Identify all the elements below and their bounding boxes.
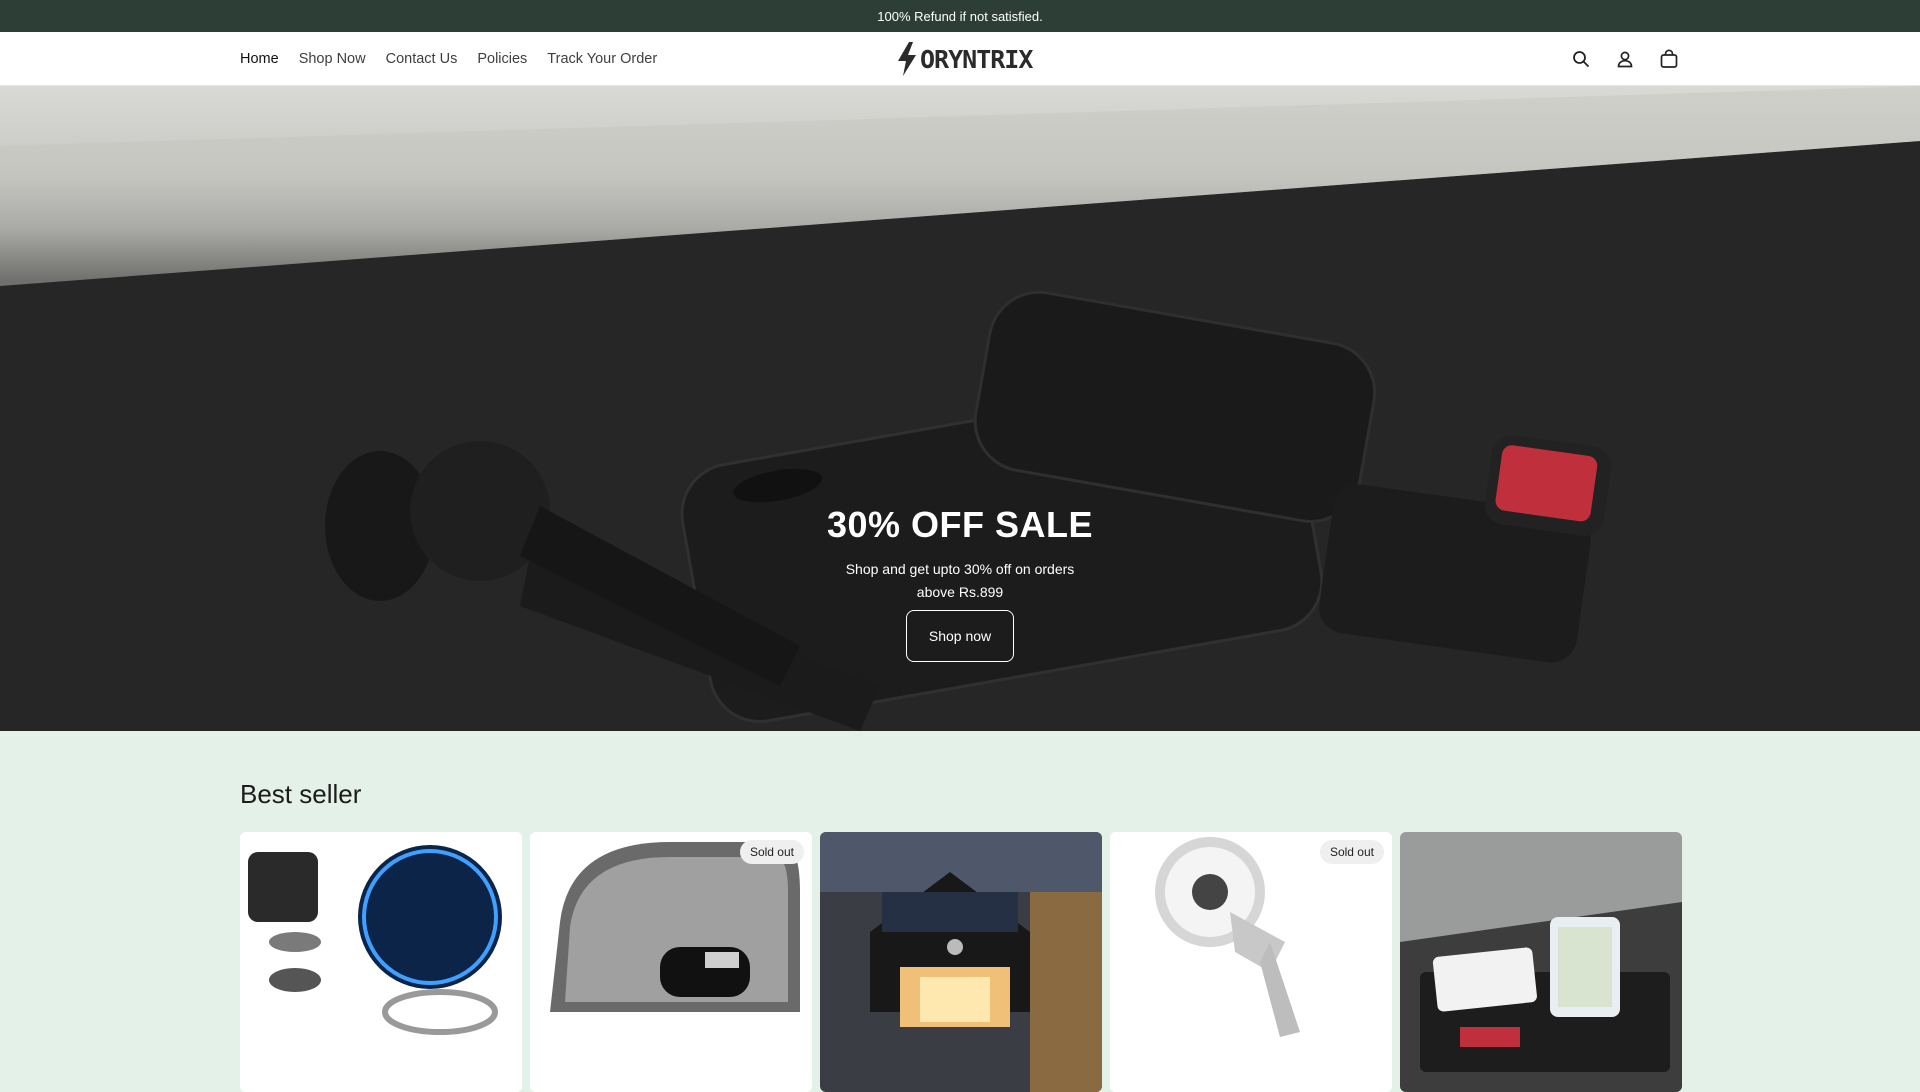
announcement-bar: 100% Refund if not satisfied.	[0, 0, 1920, 32]
nav-home[interactable]: Home	[240, 51, 279, 67]
product-card[interactable]	[820, 832, 1102, 1092]
hero-title: 30% OFF SALE	[826, 504, 1094, 545]
section-title: Best seller	[240, 779, 362, 809]
announcement-text: 100% Refund if not satisfied.	[877, 8, 1043, 24]
header-icons	[1570, 32, 1680, 85]
product-image	[530, 832, 812, 1092]
product-image	[820, 832, 1102, 1092]
brand-logo[interactable]: ORYNTRIX	[896, 42, 1033, 76]
nav-contact-us[interactable]: Contact Us	[386, 51, 458, 67]
product-card[interactable]: Sold out	[530, 832, 812, 1092]
product-card[interactable]	[1400, 832, 1682, 1092]
shop-now-button[interactable]: Shop now	[906, 610, 1014, 662]
hero-content: 30% OFF SALE Shop and get upto 30% off o…	[0, 504, 1920, 662]
sold-out-badge: Sold out	[1319, 840, 1384, 864]
product-image	[1110, 832, 1392, 1092]
product-image	[1400, 832, 1682, 1092]
product-card[interactable]: Sold out	[1110, 832, 1392, 1092]
product-card[interactable]	[240, 832, 522, 1092]
hero-subtitle: Shop and get upto 30% off on orders abov…	[845, 561, 1075, 600]
product-grid: Sold out Sold out	[240, 832, 1682, 1092]
lightning-bolt-icon	[898, 42, 916, 76]
brand-name: ORYNTRIX	[920, 44, 1033, 74]
account-icon[interactable]	[1614, 48, 1636, 70]
search-icon[interactable]	[1570, 48, 1592, 70]
cart-icon[interactable]	[1658, 48, 1680, 70]
nav-track-order[interactable]: Track Your Order	[547, 51, 657, 67]
main-nav: Home Shop Now Contact Us Policies Track …	[240, 32, 657, 85]
nav-policies[interactable]: Policies	[477, 51, 527, 67]
nav-shop-now[interactable]: Shop Now	[299, 51, 366, 67]
product-image	[240, 832, 522, 1092]
sold-out-badge: Sold out	[739, 840, 804, 864]
site-header: Home Shop Now Contact Us Policies Track …	[0, 32, 1920, 86]
hero-banner: 30% OFF SALE Shop and get upto 30% off o…	[0, 86, 1920, 731]
